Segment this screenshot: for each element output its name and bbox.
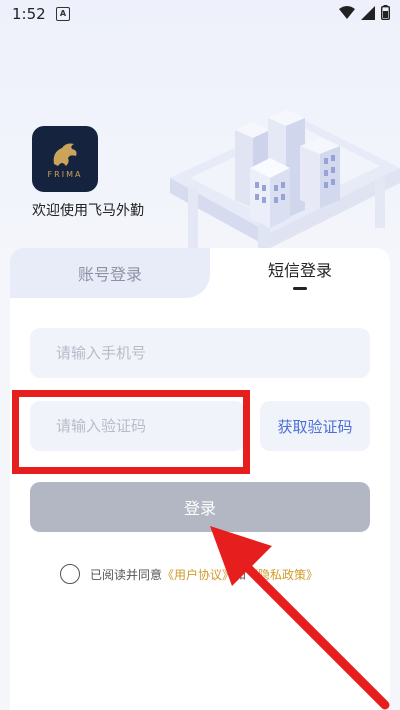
phone-field bbox=[30, 328, 370, 378]
signal-icon bbox=[361, 5, 375, 20]
status-bar: 1:52 A bbox=[0, 0, 400, 28]
agreement-prefix: 已阅读并同意 bbox=[90, 567, 163, 582]
hero-section: FRIMA 欢迎使用飞马外勤 bbox=[0, 28, 400, 268]
agreement-conj: 和 bbox=[234, 567, 247, 582]
tab-account-login[interactable]: 账号登录 bbox=[10, 248, 210, 298]
privacy-policy-link[interactable]: 《隐私政策》 bbox=[246, 566, 318, 583]
status-icons bbox=[339, 5, 390, 20]
login-screen: 1:52 A FRIMA 欢迎使用飞马外勤 账号登录 短信登录 请输入手机号 请… bbox=[0, 0, 400, 710]
phone-input[interactable] bbox=[30, 344, 370, 362]
status-time: 1:52 bbox=[12, 5, 46, 23]
highlight-box-annotation bbox=[12, 390, 250, 474]
logo-wordmark: FRIMA bbox=[47, 169, 83, 179]
active-tab-indicator bbox=[293, 286, 307, 290]
agreement-row: 已阅读并同意 《用户协议》 和 《隐私政策》 bbox=[60, 564, 318, 584]
user-agreement-link[interactable]: 《用户协议》 bbox=[162, 566, 234, 583]
tab-label: 短信登录 bbox=[267, 260, 332, 280]
tab-label: 账号登录 bbox=[77, 265, 142, 284]
tab-sms-login[interactable]: 短信登录 bbox=[210, 248, 390, 298]
login-card: 账号登录 短信登录 获取验证码 登录 已阅读并同意 《用户协议》 和 《隐私政策… bbox=[10, 248, 390, 710]
horse-logo-icon bbox=[53, 143, 77, 166]
notification-icon: A bbox=[56, 7, 70, 21]
login-button[interactable]: 登录 bbox=[30, 482, 370, 532]
login-tabs: 账号登录 短信登录 bbox=[10, 248, 390, 298]
app-logo: FRIMA bbox=[32, 126, 98, 192]
get-code-button[interactable]: 获取验证码 bbox=[260, 401, 370, 451]
welcome-text: 欢迎使用飞马外勤 bbox=[32, 203, 144, 219]
agreement-checkbox[interactable] bbox=[60, 564, 80, 584]
city-illustration bbox=[170, 110, 400, 268]
battery-icon bbox=[381, 5, 390, 20]
wifi-icon bbox=[339, 5, 355, 19]
